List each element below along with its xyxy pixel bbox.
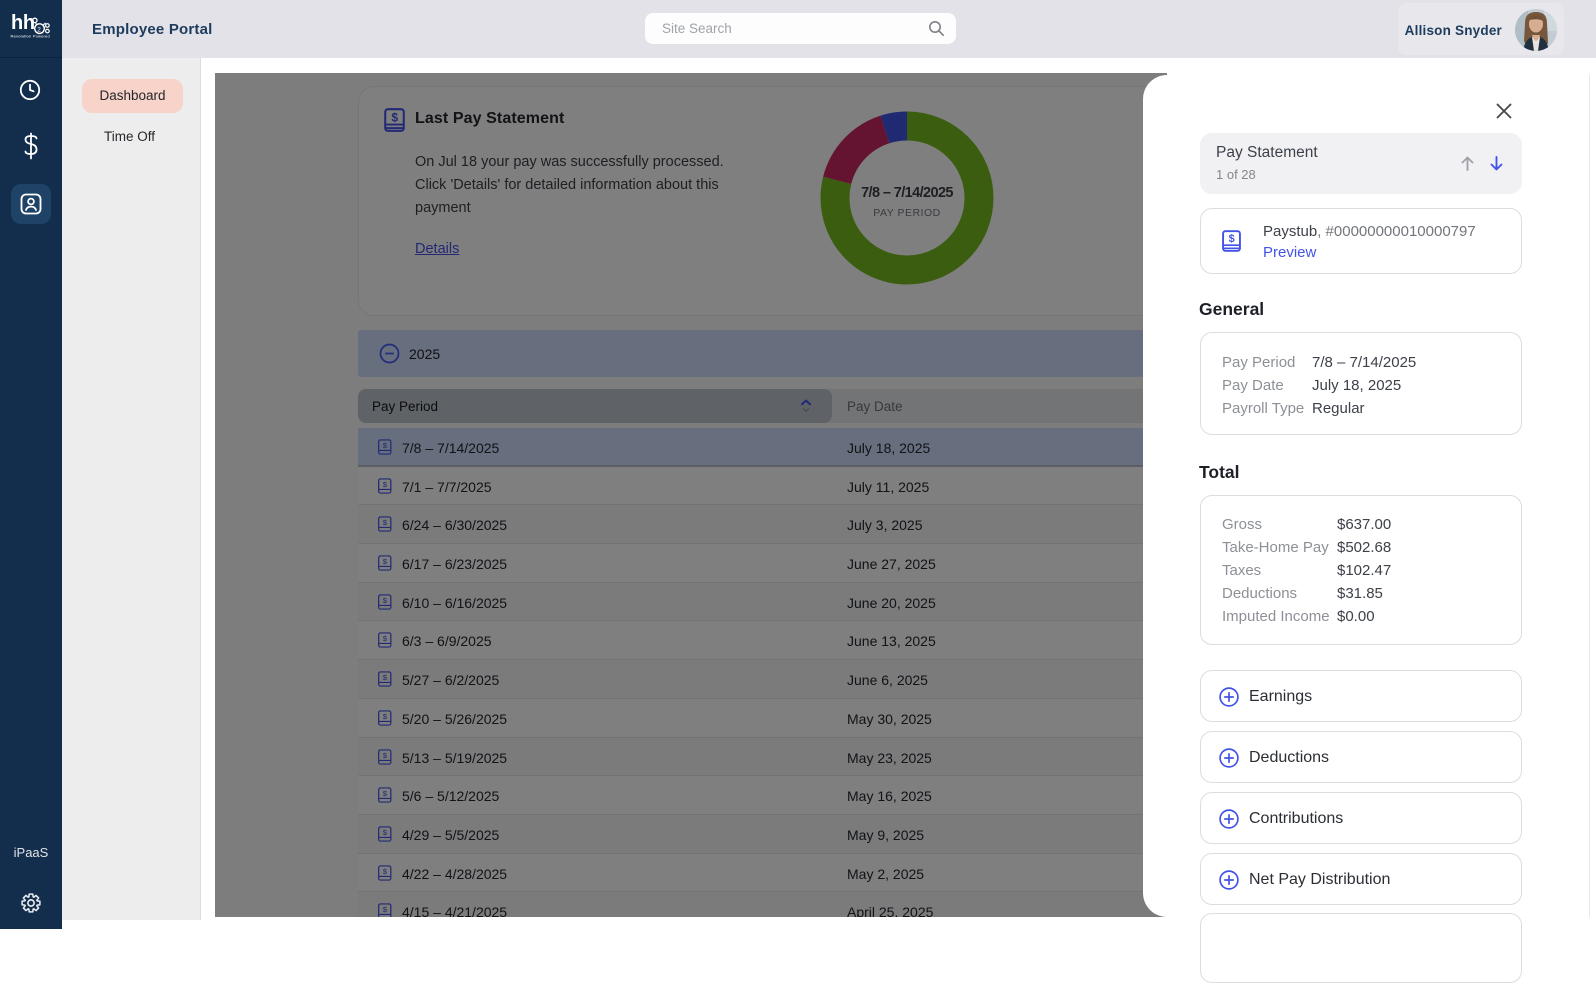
svg-text:Revolution Powered: Revolution Powered xyxy=(11,33,50,38)
svg-text:hh: hh xyxy=(11,12,35,34)
svg-text:2: 2 xyxy=(37,26,41,33)
